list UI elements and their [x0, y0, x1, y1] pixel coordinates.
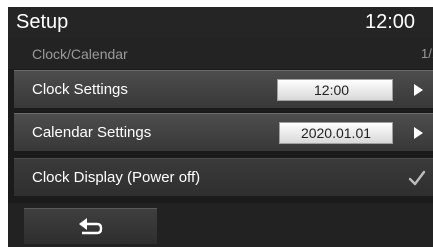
- check-icon[interactable]: [406, 167, 428, 189]
- clock-settings-label: Clock Settings: [32, 81, 128, 98]
- back-arrow-icon: [79, 218, 103, 235]
- chevron-right-icon: [414, 127, 423, 139]
- clock-value: 12:00: [277, 79, 393, 101]
- calendar-value: 2020.01.01: [279, 122, 393, 144]
- clock-display-power-off-row[interactable]: Clock Display (Power off): [14, 158, 433, 196]
- status-bar: Setup 12:00: [8, 7, 433, 38]
- chevron-right-icon: [414, 84, 423, 96]
- page-indicator: 1/1: [421, 46, 433, 61]
- calendar-settings-label: Calendar Settings: [32, 124, 152, 141]
- screen-title: Setup: [16, 11, 69, 33]
- section-title: Clock/Calendar: [32, 46, 128, 62]
- clock-display-power-off-label: Clock Display (Power off): [32, 169, 201, 186]
- subheader: Clock/Calendar 1/1: [8, 38, 433, 69]
- setup-screen: Setup 12:00 Clock/Calendar 1/1 Clock Set…: [8, 7, 433, 247]
- calendar-settings-row[interactable]: Calendar Settings 2020.01.01: [14, 113, 433, 151]
- status-clock: 12:00: [365, 11, 416, 33]
- back-button[interactable]: [24, 208, 157, 244]
- clock-settings-row[interactable]: Clock Settings 12:00: [14, 70, 433, 108]
